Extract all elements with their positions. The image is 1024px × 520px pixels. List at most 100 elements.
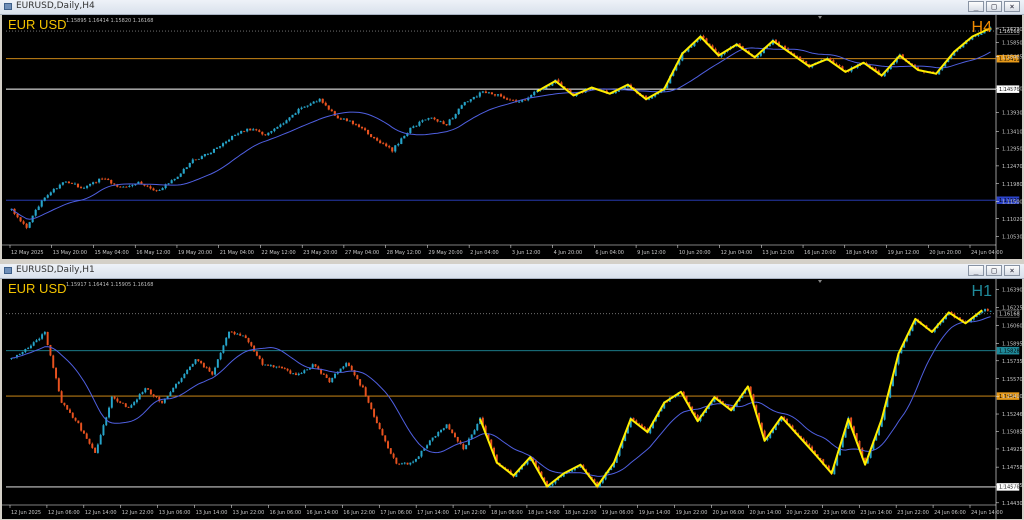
- candle-body: [279, 124, 282, 127]
- candle-body: [421, 120, 424, 122]
- candle: [27, 346, 30, 350]
- plot-area-h4[interactable]: 1.16168 1.15411 1.14576 1.11529 1.16230 1.158…: [2, 15, 1022, 259]
- plot-area-h1[interactable]: 1.16168 1.15828 1.15411 1.14576 1.16390 1.162…: [2, 279, 1022, 519]
- candle-body: [327, 105, 330, 110]
- candle: [384, 435, 387, 443]
- candle-body: [61, 182, 64, 185]
- candle: [34, 208, 37, 217]
- time-tick-label: 29 May 20:00: [428, 250, 462, 256]
- candle-body: [155, 190, 158, 192]
- candlestick-chart-h4[interactable]: 1.161681.154111.145761.115291.162301.158…: [2, 15, 1022, 259]
- candle-body: [427, 118, 430, 120]
- candle: [69, 408, 71, 414]
- level-tag-label: 1.15828: [999, 348, 1020, 354]
- candle: [46, 194, 49, 199]
- candle-body: [475, 96, 478, 98]
- candle: [294, 372, 297, 376]
- candle: [270, 130, 273, 134]
- candle-body: [361, 385, 364, 388]
- candle: [22, 220, 25, 225]
- candle: [152, 393, 155, 398]
- candle-body: [330, 109, 333, 112]
- candle: [249, 128, 252, 131]
- candle: [138, 393, 141, 400]
- candle: [456, 436, 459, 443]
- candle-body: [258, 130, 261, 132]
- window-titlebar-h1[interactable]: EURUSD,Daily,H1 _ □ ×: [0, 264, 1024, 279]
- candle: [412, 460, 415, 464]
- close-button[interactable]: ×: [1004, 1, 1020, 12]
- candle-body: [91, 443, 94, 448]
- candle-body: [312, 101, 315, 104]
- time-tick-label: 27 May 04:00: [345, 250, 379, 256]
- candle: [250, 341, 253, 348]
- candle-body: [89, 183, 92, 186]
- candle: [421, 119, 424, 123]
- candle: [454, 113, 457, 120]
- candle-body: [412, 461, 415, 463]
- candle-body: [253, 345, 256, 352]
- candle: [430, 117, 433, 119]
- time-tick-label: 16 Jun 14:00: [306, 510, 338, 516]
- candle-body: [188, 366, 191, 370]
- window-titlebar-h4[interactable]: EURUSD,Daily,H4 _ □ ×: [0, 0, 1024, 15]
- candle: [334, 373, 336, 379]
- candle: [133, 401, 136, 406]
- time-tick-label: 24 Jun 06:00: [934, 510, 966, 516]
- candle-body: [388, 146, 391, 148]
- candle-body: [85, 433, 88, 439]
- candle-body: [289, 370, 292, 374]
- candle: [397, 142, 400, 147]
- candle: [161, 400, 164, 404]
- candle: [359, 379, 362, 387]
- candle-body: [66, 405, 69, 410]
- candle: [281, 366, 283, 369]
- candle: [101, 177, 104, 180]
- candle-body: [206, 153, 209, 155]
- candle-body: [286, 368, 289, 371]
- time-tick-label: 20 Jun 20:00: [929, 250, 961, 256]
- maximize-button[interactable]: □: [986, 265, 1002, 276]
- candle: [243, 130, 246, 133]
- moving-average-line: [11, 47, 991, 220]
- candle-body: [472, 96, 475, 100]
- chart-window-h1: EURUSD,Daily,H1 _ □ × 1.16168 1.15828 1.15…: [0, 264, 1024, 520]
- candle-body: [376, 138, 379, 141]
- candle: [80, 422, 83, 432]
- candle-body: [172, 387, 175, 393]
- candle-body: [281, 366, 283, 369]
- candle: [986, 308, 989, 312]
- candle: [439, 120, 442, 123]
- candle-body: [457, 108, 460, 115]
- candle-body: [161, 188, 164, 191]
- candle-body: [101, 178, 104, 180]
- candle-body: [80, 423, 83, 431]
- maximize-button[interactable]: □: [986, 1, 1002, 12]
- candle-body: [395, 457, 398, 464]
- candle-body: [417, 456, 420, 459]
- candlestick-chart-h1[interactable]: 1.161681.158281.154111.145761.163901.162…: [2, 279, 1022, 519]
- candle-body: [169, 392, 172, 397]
- time-tick-label: 13 Jun 12:00: [762, 250, 794, 256]
- candle-body: [261, 131, 264, 135]
- candle-body: [300, 107, 303, 109]
- candle: [472, 96, 475, 100]
- candle: [261, 131, 264, 136]
- candle: [300, 372, 303, 375]
- candle-body: [77, 420, 80, 424]
- candle-body: [94, 447, 97, 453]
- close-button[interactable]: ×: [1004, 265, 1020, 276]
- candle: [428, 439, 431, 446]
- candle: [40, 199, 43, 208]
- candle: [152, 187, 155, 191]
- candle: [322, 372, 325, 375]
- candle-body: [309, 103, 312, 106]
- minimize-button[interactable]: _: [968, 1, 984, 12]
- minimize-button[interactable]: _: [968, 265, 984, 276]
- candle-body: [194, 359, 197, 364]
- price-tick-label: 1.11980: [1002, 182, 1022, 188]
- candle-body: [431, 437, 434, 441]
- candle: [424, 119, 427, 121]
- candle-body: [297, 108, 300, 114]
- candle: [61, 182, 64, 186]
